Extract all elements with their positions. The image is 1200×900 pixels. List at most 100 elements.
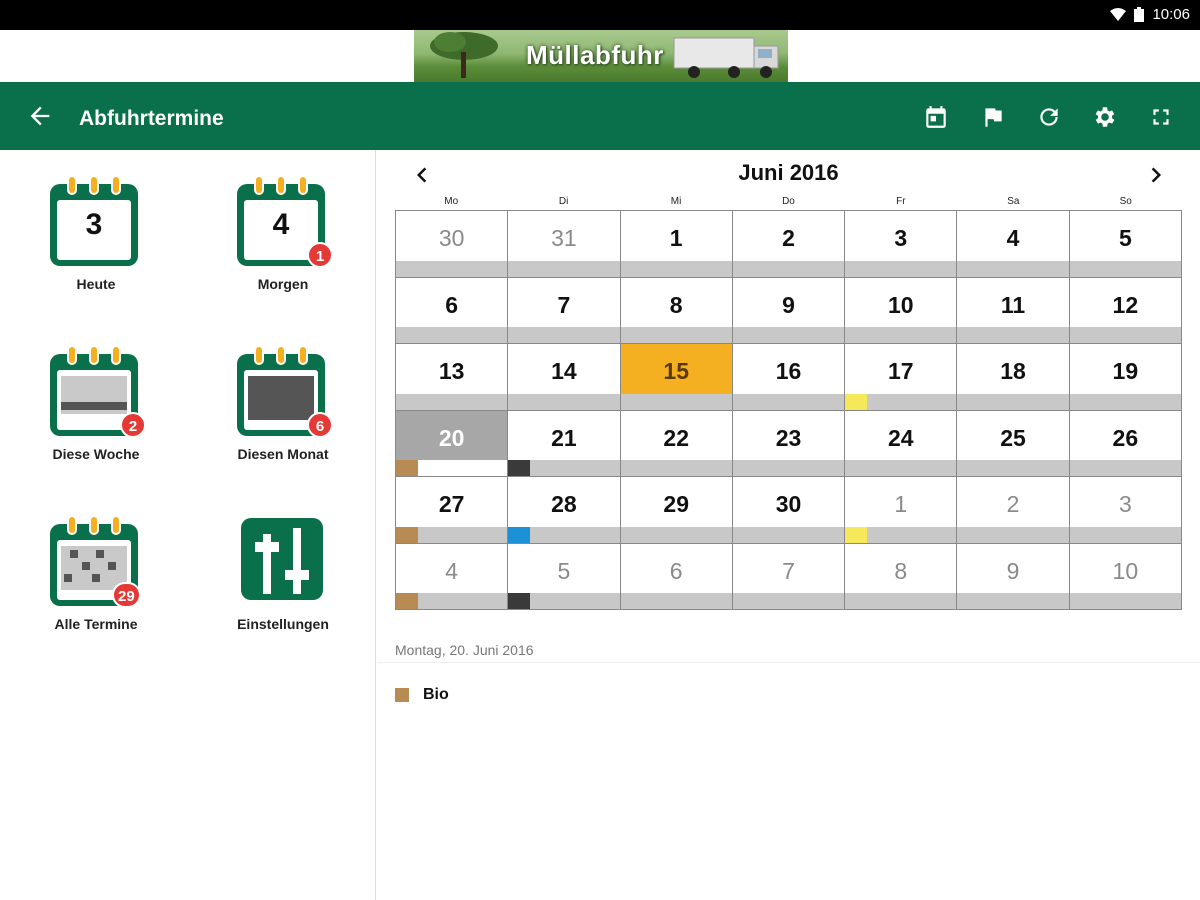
day-number: 1 bbox=[669, 225, 683, 251]
day-cell[interactable]: 5 bbox=[508, 543, 620, 609]
day-cell[interactable]: 25 bbox=[957, 410, 1069, 476]
day-cell[interactable]: 3 bbox=[845, 211, 957, 277]
refresh-icon[interactable] bbox=[1036, 104, 1062, 130]
day-number: 6 bbox=[669, 557, 683, 584]
day-cell[interactable]: 19 bbox=[1069, 344, 1181, 410]
day-cell[interactable]: 6 bbox=[620, 543, 732, 609]
day-cell[interactable]: 11 bbox=[957, 277, 1069, 343]
day-cell[interactable]: 6 bbox=[396, 277, 508, 343]
day-cell[interactable]: 21 bbox=[508, 410, 620, 476]
settings-gear-icon[interactable] bbox=[1092, 104, 1118, 130]
day-cell[interactable]: 28 bbox=[508, 477, 620, 543]
tile-day-number: 3 bbox=[85, 208, 103, 241]
day-cell[interactable]: 7 bbox=[508, 277, 620, 343]
day-cell[interactable]: 29 bbox=[620, 477, 732, 543]
day-number: 9 bbox=[782, 291, 795, 318]
tile-label: Einstellungen bbox=[237, 616, 329, 632]
day-cell[interactable]: 4 bbox=[396, 543, 508, 609]
day-number: 2 bbox=[1006, 491, 1020, 517]
day-number: 7 bbox=[782, 557, 795, 584]
day-strip bbox=[845, 460, 957, 476]
pickup-marker-gelb bbox=[845, 393, 868, 410]
day-cell[interactable]: 27 bbox=[396, 477, 508, 543]
day-strip bbox=[957, 460, 1069, 476]
day-cell[interactable]: 22 bbox=[620, 410, 732, 476]
day-cell[interactable]: 31 bbox=[508, 211, 620, 277]
day-cell[interactable]: 4 bbox=[957, 211, 1069, 277]
status-bar: 10:06 bbox=[0, 0, 1200, 30]
day-strip bbox=[845, 327, 957, 343]
weekday-label: So bbox=[1119, 196, 1132, 207]
day-number: 19 bbox=[1112, 358, 1139, 384]
back-arrow-icon[interactable] bbox=[26, 102, 54, 130]
tile-label: Alle Termine bbox=[54, 616, 138, 632]
day-number: 6 bbox=[445, 291, 459, 318]
tile-badge: 1 bbox=[307, 242, 333, 268]
month-header: Juni 2016 bbox=[377, 150, 1200, 196]
day-cell[interactable]: 9 bbox=[732, 277, 845, 343]
chevron-right-icon[interactable] bbox=[1141, 160, 1171, 190]
day-number: 29 bbox=[663, 491, 689, 517]
tile-label: Diesen Monat bbox=[237, 446, 329, 462]
day-number: 12 bbox=[1112, 291, 1139, 318]
day-strip bbox=[620, 327, 732, 343]
day-cell[interactable]: 10 bbox=[845, 277, 957, 343]
weekday-label: Mi bbox=[670, 196, 682, 207]
day-cell[interactable]: 23 bbox=[732, 410, 845, 476]
day-strip bbox=[957, 327, 1069, 343]
day-cell[interactable]: 14 bbox=[508, 344, 620, 410]
pickup-entry[interactable]: Bio bbox=[395, 686, 449, 704]
day-number: 10 bbox=[1112, 557, 1139, 584]
day-cell[interactable]: 8 bbox=[620, 277, 732, 343]
status-time: 10:06 bbox=[1152, 6, 1190, 23]
day-cell[interactable]: 13 bbox=[396, 344, 508, 410]
day-cell[interactable]: 7 bbox=[732, 543, 845, 609]
day-strip bbox=[845, 593, 957, 609]
day-cell[interactable]: 24 bbox=[845, 410, 957, 476]
day-strip bbox=[957, 260, 1069, 277]
day-number: 20 bbox=[438, 424, 465, 451]
day-cell[interactable]: 1 bbox=[845, 477, 957, 543]
day-cell[interactable]: 17 bbox=[845, 344, 957, 410]
tile-diese-woche[interactable]: 2 Diese Woche bbox=[26, 326, 166, 476]
flag-icon[interactable] bbox=[980, 104, 1006, 130]
day-number: 3 bbox=[894, 225, 908, 251]
fullscreen-icon[interactable] bbox=[1148, 104, 1174, 130]
day-number: 30 bbox=[775, 491, 802, 517]
day-cell[interactable]: 9 bbox=[957, 543, 1069, 609]
day-cell[interactable]: 16 bbox=[732, 344, 845, 410]
day-cell[interactable]: 2 bbox=[732, 211, 845, 277]
tile-heute[interactable]: 3 Heute bbox=[26, 156, 166, 306]
navigation-tiles: 3 Heute 4 1 Morgen 2 Diese Woche 6 Diese… bbox=[0, 150, 376, 900]
divider bbox=[377, 662, 1200, 663]
day-number: 2 bbox=[782, 225, 795, 251]
tile-morgen[interactable]: 4 1 Morgen bbox=[213, 156, 353, 306]
calendar-today-icon[interactable] bbox=[923, 104, 949, 130]
pickup-marker-papier bbox=[508, 526, 531, 543]
day-cell[interactable]: 2 bbox=[957, 477, 1069, 543]
day-cell[interactable]: 10 bbox=[1069, 543, 1181, 609]
day-cell[interactable]: 30 bbox=[396, 211, 508, 277]
day-cell[interactable]: 3 bbox=[1069, 477, 1181, 543]
day-cell-selected[interactable]: 20 bbox=[396, 410, 508, 476]
day-number: 4 bbox=[445, 557, 459, 584]
tile-diesen-monat[interactable]: 6 Diesen Monat bbox=[213, 326, 353, 476]
day-cell[interactable]: 18 bbox=[957, 344, 1069, 410]
day-cell[interactable]: 12 bbox=[1069, 277, 1181, 343]
day-cell-today[interactable]: 15 bbox=[620, 344, 732, 410]
day-cell[interactable]: 30 bbox=[732, 477, 845, 543]
day-cell[interactable]: 8 bbox=[845, 543, 957, 609]
toolbar-title: Abfuhrtermine bbox=[79, 107, 224, 130]
calendar-pane: Juni 2016 Mo Di Mi Do Fr Sa So 30 31 1 2… bbox=[377, 150, 1200, 900]
selected-date-label: Montag, 20. Juni 2016 bbox=[395, 642, 534, 658]
day-strip bbox=[732, 327, 845, 343]
tile-alle-termine[interactable]: 29 Alle Termine bbox=[26, 496, 166, 646]
weekday-header: Mo Di Mi Do Fr Sa So bbox=[395, 196, 1182, 210]
day-cell[interactable]: 26 bbox=[1069, 410, 1181, 476]
day-number: 8 bbox=[894, 557, 908, 584]
tile-einstellungen[interactable]: Einstellungen bbox=[213, 496, 353, 646]
day-cell[interactable]: 1 bbox=[620, 211, 732, 277]
day-cell[interactable]: 5 bbox=[1069, 211, 1181, 277]
weekday-label: Fr bbox=[896, 196, 906, 207]
pickup-entry-label: Bio bbox=[423, 686, 449, 703]
